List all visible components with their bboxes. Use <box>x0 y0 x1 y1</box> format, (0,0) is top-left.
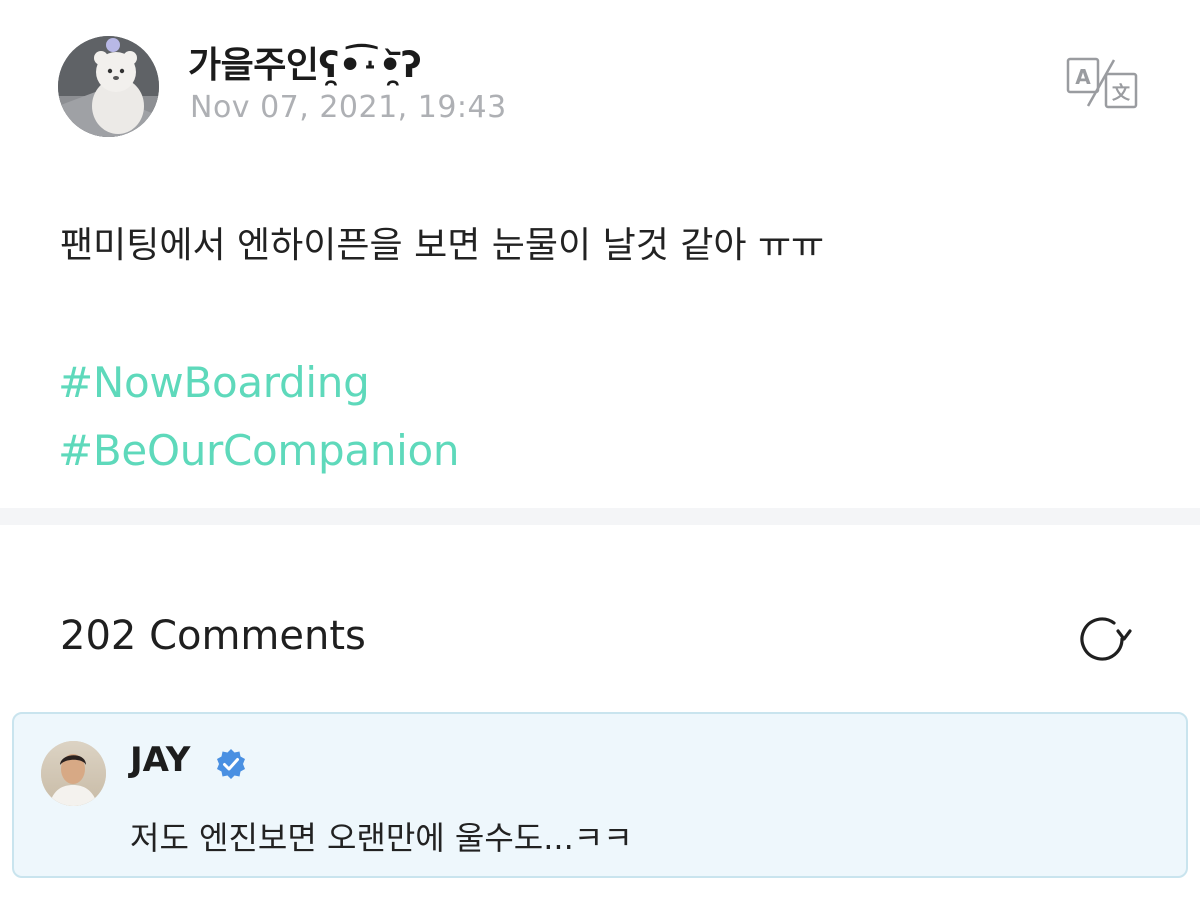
author-avatar[interactable] <box>58 36 159 137</box>
comment-text: 저도 엔진보면 오랜만에 울수도...ㅋㅋ <box>130 819 633 857</box>
post-body: 팬미팅에서 엔하이픈을 보면 눈물이 날것 같아 ㅠㅠ <box>60 225 825 266</box>
section-divider <box>0 508 1200 525</box>
verified-badge-icon <box>214 747 248 781</box>
teddy-bear-avatar-icon <box>58 36 159 137</box>
svg-text:文: 文 <box>1112 82 1131 104</box>
post-timestamp: Nov 07, 2021, 19:43 <box>190 90 507 125</box>
post-container: 가을주인ʕ̯•͡˔•̯᷅ʔ Nov 07, 2021, 19:43 A 文 팬미… <box>0 0 1200 508</box>
profile-photo-avatar-icon <box>41 741 106 806</box>
comment-author-name[interactable]: JAY <box>130 740 190 780</box>
translate-icon: A 文 <box>1066 57 1138 109</box>
refresh-icon <box>1080 617 1132 661</box>
comment-item[interactable]: JAY 저도 엔진보면 오랜만에 울수도...ㅋㅋ <box>12 712 1188 878</box>
author-name[interactable]: 가을주인ʕ̯•͡˔•̯᷅ʔ <box>188 36 422 88</box>
comments-section: 202 Comments JAY 저도 엔진보면 오랜만에 울수도...ㅋㅋ <box>0 525 1200 914</box>
hashtag-nowboarding[interactable]: #NowBoarding <box>58 358 370 407</box>
comments-count-title: 202 Comments <box>60 613 366 659</box>
translate-button[interactable]: A 文 <box>1062 56 1142 110</box>
refresh-comments-button[interactable] <box>1072 609 1132 669</box>
comment-author-avatar[interactable] <box>41 741 106 806</box>
svg-text:A: A <box>1075 65 1091 89</box>
hashtag-beourcompanion[interactable]: #BeOurCompanion <box>58 426 460 475</box>
